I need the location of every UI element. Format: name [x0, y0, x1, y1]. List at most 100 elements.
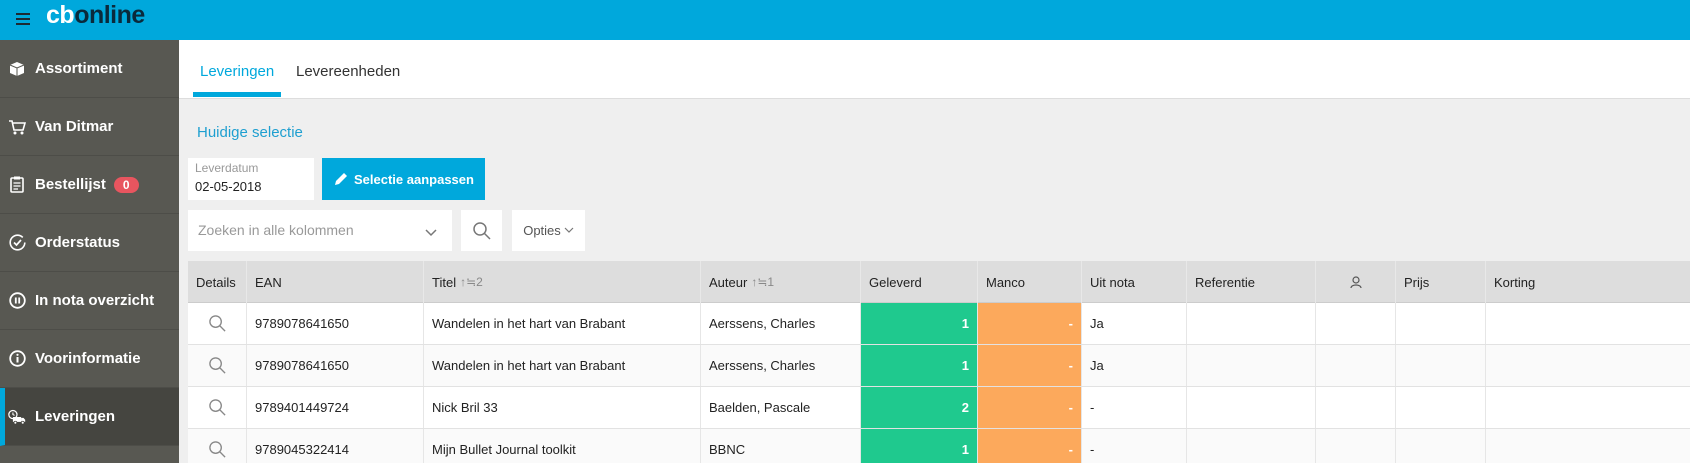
table-row[interactable]: 9789045322414 Mijn Bullet Journal toolki… [188, 429, 1690, 463]
sidebar: Assortiment Van Ditmar Bestellijst 0 Ord… [0, 40, 179, 463]
user-icon [1349, 275, 1362, 288]
cell-referentie [1187, 387, 1316, 428]
cell-prijs [1396, 303, 1486, 344]
cell-uit-nota: - [1082, 387, 1187, 428]
cell-prijs [1396, 429, 1486, 463]
cell-geleverd: 1 [861, 429, 978, 463]
chevron-down-icon[interactable] [425, 224, 437, 242]
col-user[interactable] [1316, 261, 1396, 303]
pause-circle-icon [8, 292, 26, 310]
sidebar-item-orderstatus[interactable]: Orderstatus [0, 214, 179, 272]
cell-auteur: Aerssens, Charles [701, 345, 861, 386]
details-button[interactable] [188, 429, 247, 463]
sidebar-item-bestellijst[interactable]: Bestellijst 0 [0, 156, 179, 214]
info-circle-icon [8, 350, 26, 368]
leverdatum-label: Leverdatum [195, 161, 259, 175]
cell-ean: 9789078641650 [247, 303, 424, 344]
cell-korting [1486, 345, 1690, 386]
table-row[interactable]: 9789401449724 Nick Bril 33 Baelden, Pasc… [188, 387, 1690, 429]
cell-titel: Wandelen in het hart van Brabant [424, 345, 701, 386]
magnifier-icon [208, 315, 226, 332]
cell-prijs [1396, 345, 1486, 386]
col-titel[interactable]: Titel ↑≒2 [424, 261, 701, 303]
sidebar-item-voorinformatie[interactable]: Voorinformatie [0, 330, 179, 388]
hamburger-menu-icon[interactable] [16, 13, 30, 25]
cell-manco: - [978, 387, 1082, 428]
magnifier-icon [208, 399, 226, 416]
details-button[interactable] [188, 345, 247, 386]
cell-geleverd: 1 [861, 345, 978, 386]
sidebar-item-van-ditmar[interactable]: Van Ditmar [0, 98, 179, 156]
options-dropdown[interactable]: Opties [512, 210, 585, 251]
cell-user [1316, 387, 1396, 428]
pencil-icon [335, 173, 347, 185]
edit-selection-button[interactable]: Selectie aanpassen [322, 158, 485, 200]
search-placeholder: Zoeken in alle kolommen [198, 222, 354, 238]
col-auteur[interactable]: Auteur ↑≒1 [701, 261, 861, 303]
cell-manco: - [978, 429, 1082, 463]
sort-indicator: ↑≒2 [460, 275, 483, 289]
table-header: Details EAN Titel ↑≒2 Auteur ↑≒1 Geleverd … [188, 261, 1690, 303]
table-row[interactable]: 9789078641650 Wandelen in het hart van B… [188, 345, 1690, 387]
sidebar-item-leveringen[interactable]: Leveringen [0, 388, 179, 446]
cell-uit-nota: - [1082, 429, 1187, 463]
cell-ean: 9789078641650 [247, 345, 424, 386]
cell-manco: - [978, 345, 1082, 386]
top-bar: cbonline [0, 0, 1690, 40]
search-input[interactable]: Zoeken in alle kolommen [188, 210, 452, 251]
leverdatum-field[interactable]: Leverdatum 02-05-2018 [188, 158, 314, 200]
tab-levereenheden[interactable]: Levereenheden [296, 63, 400, 80]
col-korting[interactable]: Korting [1486, 261, 1690, 303]
details-button[interactable] [188, 387, 247, 428]
cell-titel: Mijn Bullet Journal toolkit [424, 429, 701, 463]
cell-titel: Wandelen in het hart van Brabant [424, 303, 701, 344]
cell-manco: - [978, 303, 1082, 344]
col-prijs[interactable]: Prijs [1396, 261, 1486, 303]
details-button[interactable] [188, 303, 247, 344]
cell-titel: Nick Bril 33 [424, 387, 701, 428]
col-referentie[interactable]: Referentie [1187, 261, 1316, 303]
cell-user [1316, 345, 1396, 386]
cell-geleverd: 2 [861, 387, 978, 428]
deliveries-table: Details EAN Titel ↑≒2 Auteur ↑≒1 Geleverd … [188, 261, 1690, 463]
table-row[interactable]: 9789078641650 Wandelen in het hart van B… [188, 303, 1690, 345]
col-geleverd[interactable]: Geleverd [861, 261, 978, 303]
col-details[interactable]: Details [188, 261, 247, 303]
cell-auteur: Baelden, Pascale [701, 387, 861, 428]
cell-referentie [1187, 345, 1316, 386]
col-uit-nota[interactable]: Uit nota [1082, 261, 1187, 303]
search-icon [472, 221, 491, 240]
cell-korting [1486, 429, 1690, 463]
cell-prijs [1396, 387, 1486, 428]
col-ean[interactable]: EAN [247, 261, 424, 303]
cell-auteur: Aerssens, Charles [701, 303, 861, 344]
sort-indicator: ↑≒1 [751, 275, 775, 289]
sidebar-item-in-nota-overzicht[interactable]: In nota overzicht [0, 272, 179, 330]
cell-user [1316, 429, 1396, 463]
cell-referentie [1187, 429, 1316, 463]
magnifier-icon [208, 357, 226, 374]
col-manco[interactable]: Manco [978, 261, 1082, 303]
bestellijst-count-badge: 0 [113, 176, 139, 193]
selection-title[interactable]: Huidige selectie [197, 124, 303, 141]
main-content: Leveringen Levereenheden Huidige selecti… [179, 40, 1690, 463]
cell-ean: 9789401449724 [247, 387, 424, 428]
tab-bar: Leveringen Levereenheden [179, 40, 1690, 99]
box-icon [8, 60, 26, 78]
logo[interactable]: cbonline [46, 1, 145, 29]
magnifier-icon [208, 441, 226, 458]
cell-uit-nota: Ja [1082, 303, 1187, 344]
cell-referentie [1187, 303, 1316, 344]
truck-icon [8, 408, 26, 426]
active-tab-indicator [193, 92, 281, 97]
tab-leveringen[interactable]: Leveringen [200, 63, 274, 80]
sidebar-item-assortiment[interactable]: Assortiment [0, 40, 179, 98]
cell-user [1316, 303, 1396, 344]
cell-korting [1486, 303, 1690, 344]
cell-ean: 9789045322414 [247, 429, 424, 463]
search-button[interactable] [461, 210, 502, 251]
clipboard-icon [8, 176, 26, 194]
chevron-down-icon [564, 227, 574, 233]
cell-korting [1486, 387, 1690, 428]
leverdatum-value: 02-05-2018 [195, 179, 262, 194]
